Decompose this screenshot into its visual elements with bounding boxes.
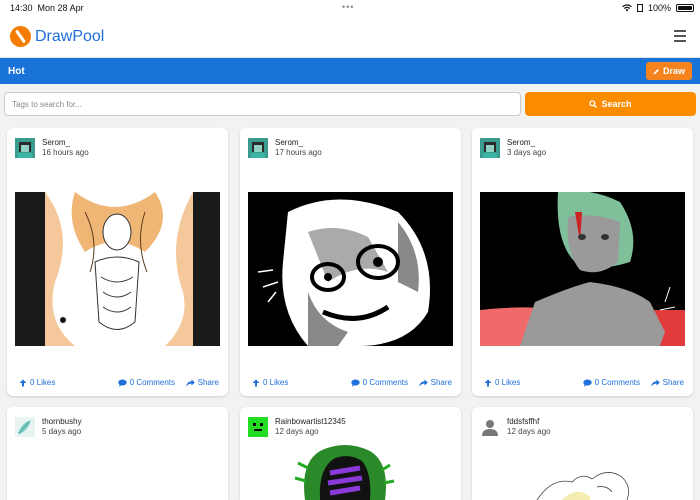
arrow-up-icon [484, 379, 492, 386]
like-button[interactable]: 0 Likes [19, 378, 55, 387]
wifi-icon [622, 4, 632, 12]
user-avatar[interactable] [480, 138, 500, 158]
like-button[interactable]: 0 Likes [484, 378, 520, 387]
comment-icon [582, 379, 592, 387]
status-bar: 14:30 Mon 28 Apr ••• 100% [0, 0, 700, 16]
post-card[interactable]: fddsfsffhf 12 days ago [472, 407, 693, 500]
comments-count: 0 Comments [594, 378, 640, 387]
post-time: 16 hours ago [42, 148, 89, 157]
search-button[interactable]: Search [525, 92, 696, 116]
drawing-image[interactable] [15, 192, 220, 346]
post-username[interactable]: thornbushy [42, 417, 82, 426]
post-time: 17 hours ago [275, 148, 322, 157]
draw-button[interactable]: Draw [646, 62, 692, 80]
share-button[interactable]: Share [650, 378, 684, 387]
likes-count: 0 Likes [495, 378, 521, 387]
search-icon [589, 100, 598, 108]
post-actions: 0 Likes 0 Comments Share [240, 376, 461, 390]
user-avatar[interactable] [15, 417, 35, 437]
user-avatar[interactable] [15, 138, 35, 158]
post-card[interactable]: Rainbowartist12345 12 days ago [240, 407, 461, 500]
post-actions: 0 Likes 0 Comments Share [472, 376, 693, 390]
arrow-up-icon [19, 379, 27, 386]
search-row: Search [4, 92, 696, 116]
share-icon [418, 379, 428, 386]
comments-count: 0 Comments [129, 378, 175, 387]
comments-button[interactable]: 0 Comments [582, 378, 640, 387]
battery-icon [676, 4, 694, 12]
tag-search-input[interactable] [4, 92, 521, 116]
user-avatar[interactable] [248, 138, 268, 158]
sim-icon [636, 4, 643, 12]
share-button[interactable]: Share [185, 378, 219, 387]
drawing-image[interactable] [290, 443, 400, 500]
share-button[interactable]: Share [418, 378, 452, 387]
default-avatar-icon[interactable] [480, 417, 500, 437]
share-label: Share [430, 378, 452, 387]
status-indicators: 100% [622, 3, 694, 13]
share-label: Share [662, 378, 684, 387]
share-icon [650, 379, 660, 386]
post-username[interactable]: Serom_ [507, 138, 535, 147]
post-card[interactable]: Serom_ 16 hours ago 0 Likes 0 Comments S… [7, 128, 228, 396]
comment-icon [350, 379, 360, 387]
post-time: 5 days ago [42, 427, 82, 436]
arrow-up-icon [252, 379, 260, 386]
section-header: Hot Draw [0, 58, 700, 84]
status-time: 14:30 Mon 28 Apr [10, 3, 84, 13]
section-title: Hot [8, 66, 25, 77]
post-card[interactable]: Serom_ 17 hours ago 0 Likes 0 Comments S… [240, 128, 461, 396]
multitasking-dots-icon[interactable]: ••• [342, 2, 354, 12]
post-time: 12 days ago [507, 427, 551, 436]
search-label: Search [601, 99, 632, 109]
draw-label: Draw [662, 66, 685, 76]
pencil-icon [653, 68, 659, 74]
drawpool-logo-icon[interactable] [10, 26, 31, 47]
post-card[interactable]: thornbushy 5 days ago [7, 407, 228, 500]
likes-count: 0 Likes [263, 378, 289, 387]
comments-button[interactable]: 0 Comments [350, 378, 408, 387]
like-button[interactable]: 0 Likes [252, 378, 288, 387]
hamburger-menu-icon[interactable] [674, 30, 686, 42]
brand-name[interactable]: DrawPool [35, 28, 104, 46]
drawing-image[interactable] [248, 192, 453, 346]
post-time: 12 days ago [275, 427, 319, 436]
share-label: Share [197, 378, 219, 387]
user-avatar[interactable] [248, 417, 268, 437]
post-time: 3 days ago [507, 148, 547, 157]
post-username[interactable]: Rainbowartist12345 [275, 417, 346, 426]
post-username[interactable]: Serom_ [42, 138, 70, 147]
post-username[interactable]: Serom_ [275, 138, 303, 147]
likes-count: 0 Likes [30, 378, 56, 387]
drawing-image[interactable] [480, 192, 685, 346]
comments-button[interactable]: 0 Comments [117, 378, 175, 387]
comments-count: 0 Comments [362, 378, 408, 387]
battery-percent: 100% [647, 3, 671, 13]
post-card[interactable]: Serom_ 3 days ago 0 Likes 0 Comments Sha… [472, 128, 693, 396]
drawing-image[interactable] [532, 467, 642, 500]
comment-icon [117, 379, 127, 387]
post-actions: 0 Likes 0 Comments Share [7, 376, 228, 390]
top-navbar: DrawPool [0, 16, 700, 58]
share-icon [185, 379, 195, 386]
post-username[interactable]: fddsfsffhf [507, 417, 539, 426]
